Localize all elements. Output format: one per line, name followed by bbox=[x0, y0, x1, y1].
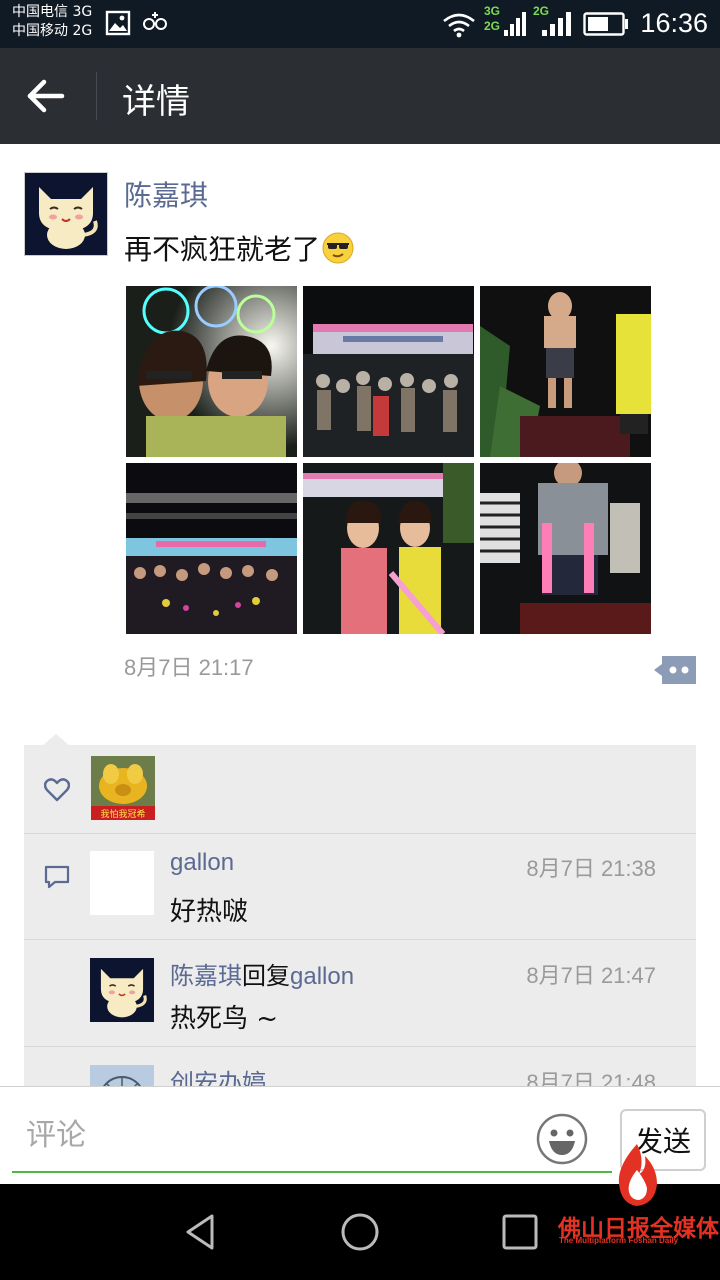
emoji-picker-icon[interactable] bbox=[536, 1113, 588, 1165]
photo-6[interactable] bbox=[480, 463, 651, 634]
foshan-daily-flame-logo bbox=[618, 1144, 657, 1206]
ferris-wheel-avatar-image bbox=[90, 1065, 154, 1086]
comment-row[interactable]: 陈嘉琪回复gallon 8月7日 21:47 热死鸟 ~ bbox=[24, 940, 696, 1047]
reply-label: 回复 bbox=[242, 963, 290, 990]
comment-text: 热死鸟 ~ bbox=[170, 1004, 279, 1034]
post-timestamp: 8月7日 21:17 bbox=[124, 655, 254, 680]
photo-1[interactable] bbox=[126, 286, 297, 457]
photo-3[interactable] bbox=[480, 286, 651, 457]
commenter-name[interactable]: 创安办婷 bbox=[170, 1063, 266, 1086]
carrier-1-label: 中国电信 3G bbox=[12, 4, 93, 20]
recent-apps-square-icon[interactable] bbox=[496, 1208, 544, 1256]
comment-timestamp: 8月7日 21:38 bbox=[526, 856, 656, 881]
reply-target-name[interactable]: gallon bbox=[290, 963, 354, 990]
home-circle-icon[interactable] bbox=[336, 1208, 384, 1256]
back-arrow-icon[interactable] bbox=[24, 76, 68, 116]
wifi-icon bbox=[443, 13, 475, 38]
input-underline bbox=[12, 1171, 612, 1173]
comment-timestamp: 8月7日 21:47 bbox=[526, 963, 656, 988]
moment-detail: 陈嘉琪 再不疯狂就老了 8月7日 21:17 我怕我冠希 gallon 8月7日… bbox=[0, 144, 720, 1086]
comment-text: 好热啵 bbox=[170, 897, 249, 927]
photo-grid bbox=[126, 286, 652, 634]
carrier-info: 中国电信 3G 中国移动 2G bbox=[12, 3, 92, 41]
sync-notification-icon bbox=[143, 12, 167, 30]
cool-sunglasses-emoji-icon bbox=[322, 232, 354, 264]
status-bar: 中国电信 3G 中国移动 2G 3G 2G 2G 16:36 bbox=[0, 0, 720, 48]
app-bar-divider bbox=[96, 72, 97, 120]
photo-4[interactable] bbox=[126, 463, 297, 634]
page-title: 详情 bbox=[122, 82, 190, 122]
author-avatar[interactable] bbox=[24, 172, 108, 256]
watermark-subtext: The Multiplatform Foshan Daily bbox=[559, 1236, 679, 1245]
signal-2-icon bbox=[542, 12, 571, 36]
battery-icon bbox=[583, 12, 628, 36]
comment-action-icon[interactable] bbox=[654, 654, 696, 686]
heart-icon bbox=[44, 778, 70, 802]
clock: 16:36 bbox=[640, 8, 708, 38]
liker-avatar[interactable]: 我怕我冠希 bbox=[91, 756, 155, 820]
likes-and-comments: 我怕我冠希 gallon 8月7日 21:38 好热啵 陈嘉琪回复gallon … bbox=[24, 745, 696, 1086]
author-name[interactable]: 陈嘉琪 bbox=[124, 174, 208, 214]
image-notification-icon bbox=[105, 10, 131, 36]
likes-row: 我怕我冠希 bbox=[24, 745, 696, 834]
commenter-name-line: 陈嘉琪回复gallon bbox=[170, 956, 354, 991]
app-bar: 详情 bbox=[0, 48, 720, 144]
comment-icon bbox=[44, 865, 70, 889]
back-triangle-icon[interactable] bbox=[176, 1208, 224, 1256]
sim-1-network-type: 3G 2G bbox=[484, 4, 500, 34]
signal-1-icon bbox=[504, 12, 526, 36]
cat-avatar-image bbox=[90, 958, 154, 1022]
carrier-2-label: 中国移动 2G bbox=[12, 23, 93, 39]
golden-pig-avatar-image: 我怕我冠希 bbox=[91, 756, 155, 820]
liker-avatar-caption: 我怕我冠希 bbox=[100, 808, 145, 820]
sim-1-network-bottom: 2G bbox=[484, 19, 501, 33]
photo-5[interactable] bbox=[303, 463, 474, 634]
commenter-avatar[interactable] bbox=[90, 958, 154, 1022]
comment-input[interactable] bbox=[12, 1105, 540, 1165]
commenter-avatar[interactable] bbox=[90, 851, 154, 915]
photo-2[interactable] bbox=[303, 286, 474, 457]
commenter-name[interactable]: gallon bbox=[170, 849, 234, 877]
commenter-avatar[interactable] bbox=[90, 1065, 154, 1086]
commenter-name[interactable]: 陈嘉琪 bbox=[170, 963, 242, 990]
post-text: 再不疯狂就老了 bbox=[124, 228, 354, 268]
post-text-content: 再不疯狂就老了 bbox=[124, 233, 321, 266]
comment-timestamp: 8月7日 21:48 bbox=[526, 1070, 656, 1086]
cat-avatar-image bbox=[25, 173, 107, 255]
comment-row[interactable]: 创安办婷 8月7日 21:48 bbox=[24, 1047, 696, 1086]
comment-row[interactable]: gallon 8月7日 21:38 好热啵 bbox=[24, 833, 696, 940]
sim-1-network-top: 3G bbox=[484, 4, 501, 18]
